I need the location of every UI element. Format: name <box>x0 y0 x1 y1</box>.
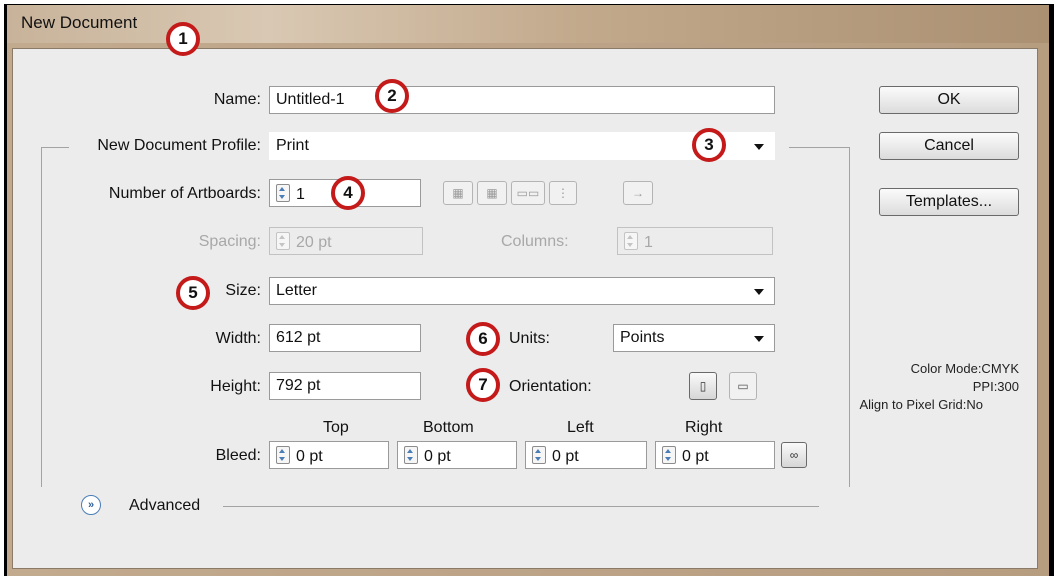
height-input[interactable]: 792 pt <box>269 372 421 400</box>
arrange-by-row-icon: ▭▭ <box>516 186 540 200</box>
callout-marker-7: 7 <box>466 368 500 402</box>
chain-link-icon: ∞ <box>789 448 799 462</box>
advanced-toggle[interactable]: Advanced <box>129 497 200 515</box>
name-label: Name: <box>213 91 261 108</box>
bleed-bottom-input[interactable]: 0 pt <box>397 441 517 469</box>
callout-marker-6: 6 <box>466 322 500 356</box>
grid-by-column-button[interactable]: ▦ <box>477 181 507 205</box>
chevron-down-icon <box>754 144 764 150</box>
bleed-label: Bleed: <box>215 447 261 464</box>
ppi-info: PPI:300 <box>972 379 1019 394</box>
color-mode-info: Color Mode:CMYK <box>910 361 1019 376</box>
columns-label: Columns: <box>501 233 569 250</box>
grid-by-row-icon: ▦ <box>452 186 464 200</box>
size-value: Letter <box>276 282 317 299</box>
arrange-by-column-button[interactable]: ⋮ <box>549 181 577 205</box>
stepper-icon[interactable] <box>276 446 290 464</box>
callout-marker-2: 2 <box>375 79 409 113</box>
height-value: 792 pt <box>276 377 321 394</box>
spacing-label: Spacing: <box>198 233 261 250</box>
height-label: Height: <box>210 378 261 395</box>
profile-label: New Document Profile: <box>97 137 261 154</box>
bleed-right-input[interactable]: 0 pt <box>655 441 775 469</box>
bleed-bottom-value: 0 pt <box>424 448 451 465</box>
bleed-left-input[interactable]: 0 pt <box>525 441 647 469</box>
artboards-label: Number of Artboards: <box>108 185 261 202</box>
arrange-by-row-button[interactable]: ▭▭ <box>511 181 545 205</box>
window-title: New Document <box>21 13 138 32</box>
profile-value: Print <box>276 137 309 154</box>
ok-button[interactable]: OK <box>879 86 1019 114</box>
units-value: Points <box>620 329 665 346</box>
bleed-bottom-label: Bottom <box>423 419 474 436</box>
grid-by-column-icon: ▦ <box>486 186 498 200</box>
spacing-input: 20 pt <box>269 227 423 255</box>
spacing-value: 20 pt <box>296 234 332 251</box>
profile-group-border-left <box>41 147 69 148</box>
width-label: Width: <box>215 330 261 347</box>
bleed-left-value: 0 pt <box>552 448 579 465</box>
units-select[interactable]: Points <box>613 324 775 352</box>
callout-marker-3: 3 <box>692 128 726 162</box>
orientation-label: Orientation: <box>509 378 592 395</box>
stepper-icon <box>624 232 638 250</box>
profile-group-border-vertical-right <box>849 147 850 487</box>
callout-marker-4: 4 <box>331 176 365 210</box>
title-bar[interactable]: New Document <box>7 5 1049 43</box>
stepper-icon <box>276 232 290 250</box>
link-bleed-button[interactable]: ∞ <box>781 442 807 468</box>
stepper-icon[interactable] <box>404 446 418 464</box>
name-input[interactable]: Untitled-1 <box>269 86 775 114</box>
width-input[interactable]: 612 pt <box>269 324 421 352</box>
size-select[interactable]: Letter <box>269 277 775 305</box>
bleed-top-label: Top <box>323 419 349 436</box>
align-pixel-grid-info: Align to Pixel Grid:No <box>859 397 983 412</box>
chevron-down-icon <box>754 289 764 295</box>
landscape-orientation-button[interactable]: ▭ <box>729 372 757 400</box>
right-to-left-layout-icon: → <box>632 186 644 200</box>
stepper-icon[interactable] <box>276 184 290 202</box>
profile-group-border-right <box>789 147 849 148</box>
chevron-down-icon <box>754 336 764 342</box>
name-value: Untitled-1 <box>276 91 345 108</box>
right-to-left-layout-button[interactable]: → <box>623 181 653 205</box>
columns-input: 1 <box>617 227 773 255</box>
profile-group-border-vertical-left <box>41 147 42 487</box>
expand-chevron-icon[interactable]: » <box>81 495 101 515</box>
dialog-content: Name: Untitled-1 New Document Profile: P… <box>12 48 1038 569</box>
portrait-icon: ▯ <box>699 379 707 393</box>
portrait-orientation-button[interactable]: ▯ <box>689 372 717 400</box>
advanced-divider <box>223 506 819 507</box>
bleed-top-input[interactable]: 0 pt <box>269 441 389 469</box>
templates-button[interactable]: Templates... <box>879 188 1019 216</box>
stepper-icon[interactable] <box>532 446 546 464</box>
artboards-value: 1 <box>296 186 305 203</box>
grid-by-row-button[interactable]: ▦ <box>443 181 473 205</box>
bleed-right-value: 0 pt <box>682 448 709 465</box>
bleed-left-label: Left <box>567 419 594 436</box>
callout-marker-1: 1 <box>166 22 200 56</box>
units-label: Units: <box>509 330 550 347</box>
columns-value: 1 <box>644 234 653 251</box>
bleed-top-value: 0 pt <box>296 448 323 465</box>
bleed-right-label: Right <box>685 419 723 436</box>
cancel-button[interactable]: Cancel <box>879 132 1019 160</box>
landscape-icon: ▭ <box>737 379 749 393</box>
arrange-by-column-icon: ⋮ <box>557 186 569 200</box>
stepper-icon[interactable] <box>662 446 676 464</box>
callout-marker-5: 5 <box>176 276 210 310</box>
width-value: 612 pt <box>276 329 321 346</box>
